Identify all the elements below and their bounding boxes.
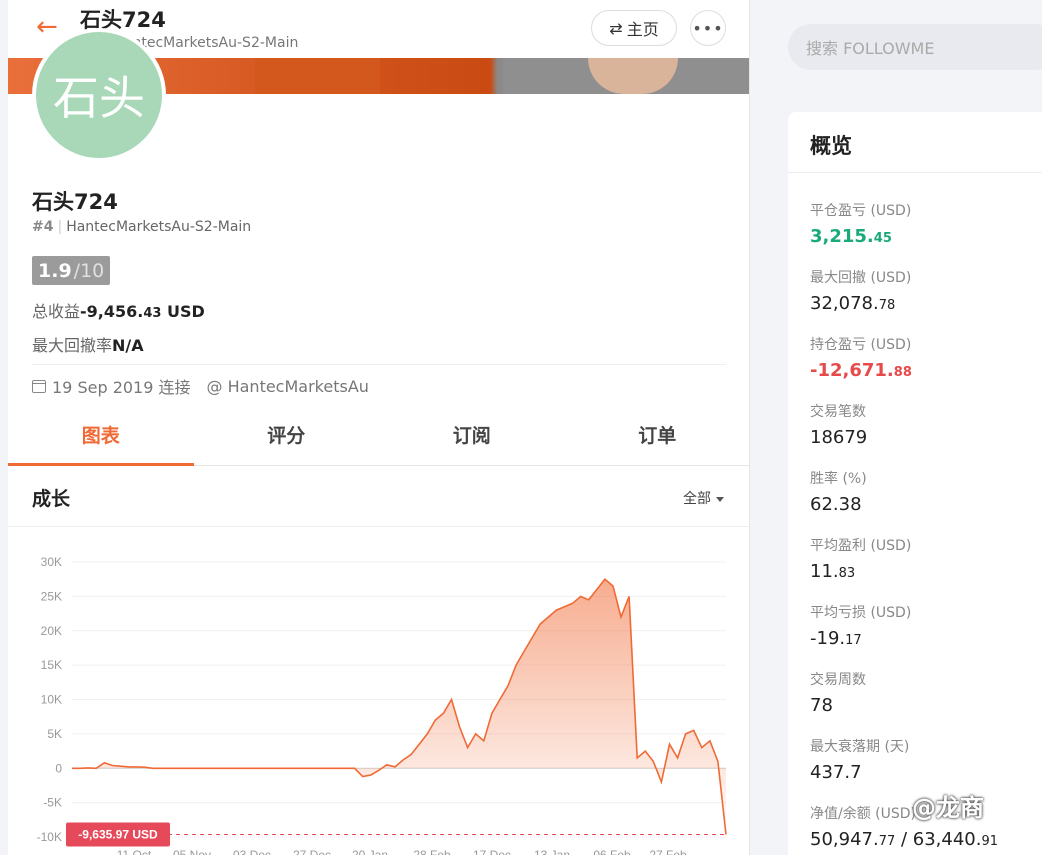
stat-value: 3,215.45 <box>810 226 892 247</box>
y-tick-label: 0 <box>55 761 62 775</box>
stat-item: 平均亏损 (USD) -19.17 <box>810 602 911 649</box>
avatar: 石头 <box>32 28 166 162</box>
x-tick-label: 27 Feb <box>649 848 687 855</box>
max-drawdown-value: N/A <box>112 336 144 355</box>
stat-label: 最大衰落期 (天) <box>810 739 910 755</box>
more-icon: ••• <box>692 18 724 38</box>
trader-name: 石头724 <box>32 190 118 214</box>
stat-item: 平仓盈亏 (USD) 3,215.45 <box>810 200 911 247</box>
total-profit-decimal: 43 <box>143 306 162 321</box>
chevron-down-icon <box>716 496 724 502</box>
range-dropdown[interactable]: 全部 <box>683 488 724 508</box>
stat-label: 平均亏损 (USD) <box>810 605 912 621</box>
total-profit-label: 总收益 <box>32 302 81 321</box>
y-tick-label: 20K <box>41 624 62 638</box>
stat-value: 62.38 <box>810 494 862 515</box>
stat-label: 持仓盈亏 (USD) <box>810 337 912 353</box>
tab-rating[interactable]: 评分 <box>194 410 380 465</box>
tab-subscribe[interactable]: 订阅 <box>379 410 565 465</box>
overview-title: 概览 <box>810 134 852 158</box>
score-max: /10 <box>73 259 105 282</box>
stat-label: 胜率 (%) <box>810 471 867 487</box>
more-options-button[interactable]: ••• <box>690 10 726 46</box>
stat-value: -12,671.88 <box>810 360 912 381</box>
range-label: 全部 <box>683 491 711 507</box>
y-tick-label: 10K <box>41 693 62 707</box>
total-profit: 总收益-9,456.43 USD <box>32 298 205 322</box>
divider <box>32 364 726 365</box>
overview-card: 概览 平仓盈亏 (USD) 3,215.45 最大回撤 (USD) 32,078.78… <box>788 112 1042 855</box>
stat-item: 交易周数 78 <box>810 669 866 716</box>
stat-item: 持仓盈亏 (USD) -12,671.88 <box>810 334 912 381</box>
growth-chart-svg: 30K 25K 20K 15K 10K 5K 0 -5K -10K 11 Oct 05 Nov 03… <box>37 555 727 855</box>
tab-orders[interactable]: 订单 <box>565 410 750 465</box>
total-profit-unit: USD <box>161 302 205 321</box>
score-value: 1.9 <box>38 259 72 282</box>
current-value-badge: -9,635.97 USD <box>66 822 170 847</box>
current-value-text: -9,635.97 USD <box>78 827 158 841</box>
y-tick-label: 5K <box>47 727 62 741</box>
max-drawdown-label: 最大回撤率 <box>32 336 113 355</box>
trader-subtitle: #4 | HantecMarketsAu-S2-Main <box>32 219 252 235</box>
trader-rank: #4 <box>32 219 54 235</box>
tab-chart[interactable]: 图表 <box>8 410 194 466</box>
trader-account: HantecMarketsAu-S2-Main <box>66 219 252 235</box>
x-tick-label: 27 Dec <box>293 848 331 855</box>
x-tick-label: 13 Jan <box>534 848 570 855</box>
connected-since: 19 Sep 2019 连接 <box>52 378 191 397</box>
stat-label: 平均盈利 (USD) <box>810 538 912 554</box>
growth-chart: 30K 25K 20K 15K 10K 5K 0 -5K -10K 11 Oct 05 Nov 03… <box>8 528 749 855</box>
total-profit-main: -9,456. <box>80 302 144 321</box>
stat-value: -19.17 <box>810 628 862 649</box>
stat-item: 最大衰落期 (天) 437.7 <box>810 736 909 783</box>
search-placeholder: 搜索 FOLLOWME <box>806 39 935 58</box>
back-arrow-icon[interactable]: ← <box>36 12 58 42</box>
stat-label: 平仓盈亏 (USD) <box>810 203 912 219</box>
y-tick-label: 30K <box>41 555 62 569</box>
max-drawdown-rate: 最大回撤率N/A <box>32 332 144 356</box>
y-tick-label: -5K <box>43 796 62 810</box>
stat-label: 交易笔数 <box>810 404 866 420</box>
series-area <box>72 579 726 835</box>
calendar-icon <box>32 379 46 393</box>
stat-value: 437.7 <box>810 762 862 783</box>
swap-icon: ⇄ <box>609 18 623 38</box>
stat-item: 交易笔数 18679 <box>810 401 867 448</box>
watermark: @龙商 <box>912 794 984 822</box>
x-tick-label: 11 Oct <box>117 848 152 855</box>
tab-bar: 图表 评分 订阅 订单 <box>8 410 750 466</box>
growth-header: 成长 全部 <box>8 466 749 527</box>
stat-label: 最大回撤 (USD) <box>810 270 912 286</box>
home-button[interactable]: ⇄ 主页 <box>591 10 677 46</box>
broker-link[interactable]: @ HantecMarketsAu <box>207 377 369 396</box>
x-tick-label: 05 Nov <box>173 848 211 855</box>
stat-value: 78 <box>810 695 833 716</box>
account-info: 19 Sep 2019 连接 @ HantecMarketsAu <box>32 374 369 398</box>
home-button-label: 主页 <box>626 20 659 39</box>
y-tick-label: 25K <box>41 589 62 603</box>
stat-value: 18679 <box>810 427 868 448</box>
y-tick-label: 15K <box>41 658 62 672</box>
x-tick-label: 17 Dec <box>473 848 511 855</box>
x-tick-label: 06 Feb <box>593 848 631 855</box>
stat-label: 交易周数 <box>810 672 866 688</box>
stat-value: 11.83 <box>810 561 856 582</box>
search-input[interactable]: 搜索 FOLLOWME <box>788 24 1042 70</box>
y-tick-label: -10K <box>37 830 62 844</box>
x-tick-label: 03 Dec <box>233 848 271 855</box>
score-badge: 1.9/10 <box>32 256 111 285</box>
growth-title: 成长 <box>32 488 71 510</box>
stat-value: 32,078.78 <box>810 293 896 314</box>
stat-value: 50,947.77 / 63,440.91 <box>810 829 999 850</box>
stat-item: 最大回撤 (USD) 32,078.78 <box>810 267 911 314</box>
stat-item: 平均盈利 (USD) 11.83 <box>810 535 911 582</box>
trader-panel: ← 石头724 #4|HantecMarketsAu-S2-Main ⇄ 主页 … <box>8 0 750 855</box>
x-tick-label: 20 Jan <box>352 848 388 855</box>
stat-item: 胜率 (%) 62.38 <box>810 468 867 515</box>
x-tick-label: 28 Feb <box>413 848 451 855</box>
divider <box>788 172 1042 173</box>
